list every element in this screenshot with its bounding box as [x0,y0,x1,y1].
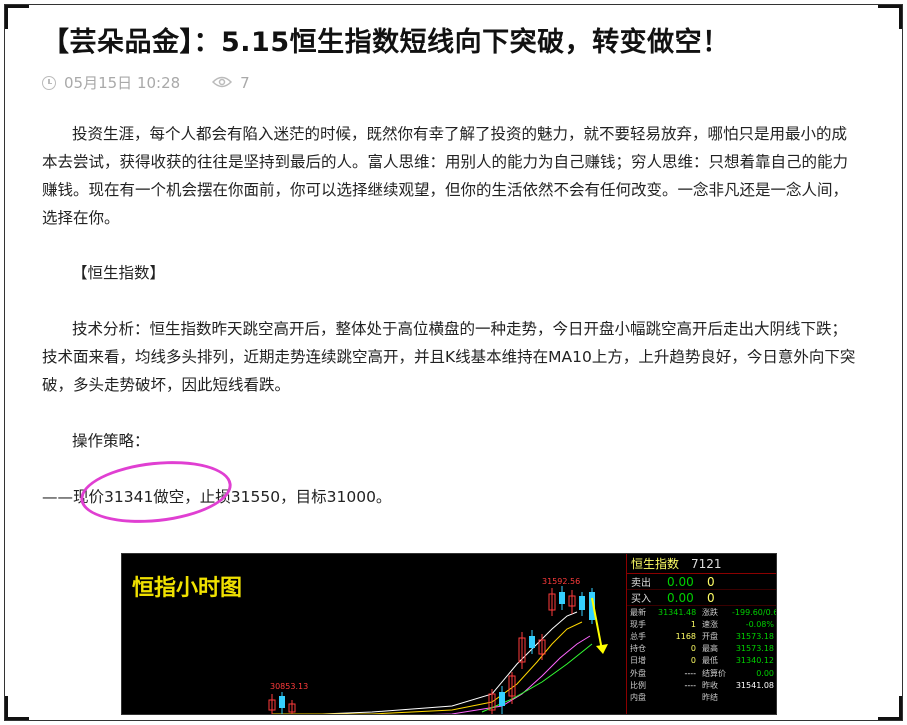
quote-panel: 恒生指数 7121 卖出 0.00 0 买入 0.00 0 最新 31341.48… [626,554,776,714]
article-title: 【芸朵品金】：5.15恒生指数短线向下突破，转变做空！ [42,27,730,58]
quote-label: 最新 [630,607,646,617]
bid-price: 0.00 [667,590,694,605]
frame-corner [5,696,29,720]
candle [279,696,285,708]
ask-label: 卖出 [631,578,651,589]
quote-label: 内盘 [630,692,646,702]
quote-label: 总手 [630,631,646,641]
clock-icon [42,75,56,90]
quote-value: 0.00 [756,668,774,678]
quote-row: 持仓 0 最高 31573.18 [627,643,776,655]
down-arrow-icon [596,644,608,654]
hourly-chart-image: 31592.56 30853.13 恒指小时图 恒生指数 7121 卖出 0.0… [121,553,777,715]
quote-value: -199.60/0.63% [732,607,776,617]
ma-line-white [309,611,578,714]
article-paragraph: 投资生涯，每个人都会有陷入迷茫的时候，既然你有幸了解了投资的魅力，就不要轻易放弃… [42,125,849,227]
quote-label: 最高 [702,644,718,654]
down-arrow-shaft [591,597,603,651]
quote-row: 外盘 ---- 结算价 0.00 [627,667,776,679]
quote-row: 内盘 昨结 [627,691,776,703]
quote-value: 1168 [675,631,696,641]
low-price-label: 30853.13 [270,682,308,691]
quote-label: 比例 [630,680,646,690]
quote-value: 31341.48 [658,607,697,617]
quote-value: 31541.08 [735,680,774,690]
view-count: 7 [240,73,250,92]
candle [499,692,505,706]
high-price-label: 31592.56 [542,577,580,586]
quote-row: 最新 31341.48 涨跌 -199.60/0.63% [627,606,776,618]
ma-line-green [481,643,593,713]
quote-value: 0 [690,656,696,666]
ma-line-yellow [272,621,583,714]
candle [529,636,535,648]
quote-label: 现手 [630,619,646,629]
quote-value: -0.08% [745,619,774,629]
bid-row: 买入 0.00 0 [627,590,776,606]
quote-label: 外盘 [630,668,646,678]
quote-row: 总手 1168 开盘 31573.18 [627,630,776,642]
eye-icon [212,74,233,92]
quote-row: 比例 ---- 昨收 31541.08 [627,679,776,691]
quote-label: 持仓 [630,644,646,654]
frame-corner [878,696,902,720]
chart-title: 恒指小时图 [132,576,243,601]
quote-label: 开盘 [702,631,718,641]
quote-label: 结算价 [702,668,726,678]
frame-corner [5,5,29,29]
candle [579,596,585,610]
article-meta: 05月15日 10:28 7 [42,72,250,93]
quote-label: 涨跌 [702,607,718,617]
frame-corner [878,5,902,29]
quote-value: ---- [684,668,696,678]
quote-label: 日增 [630,656,646,666]
quote-value: 31340.12 [735,656,774,666]
bid-volume: 0 [707,590,715,605]
quote-row: 现手 1 速涨 -0.08% [627,618,776,630]
quote-label: 昨收 [702,680,718,690]
section-heading: 【恒生指数】 [72,264,166,282]
quote-value: 0 [690,644,696,654]
bid-label: 买入 [631,594,651,605]
quote-label: 速涨 [702,619,718,629]
quote-row: 日增 0 最低 31340.12 [627,655,776,667]
quote-value: 1 [690,619,696,629]
quote-value: 31573.18 [735,631,774,641]
quote-label: 最低 [702,656,718,666]
strategy-heading: 操作策略： [72,432,150,450]
ask-price: 0.00 [667,574,694,589]
publish-date: 05月15日 10:28 [64,74,181,92]
instrument-code: 7121 [691,556,722,571]
quote-header: 恒生指数 7121 [627,554,776,574]
instrument-name: 恒生指数 [631,557,680,571]
quote-label: 昨结 [702,692,718,702]
ask-row: 卖出 0.00 0 [627,574,776,590]
quote-value: ---- [684,680,696,690]
ask-volume: 0 [707,574,715,589]
quote-value: 31573.18 [735,644,774,654]
article-paragraph: 技术分析：恒生指数昨天跳空高开后，整体处于高位横盘的一种走势，今日开盘小幅跳空高… [42,320,856,394]
candle [559,592,565,604]
